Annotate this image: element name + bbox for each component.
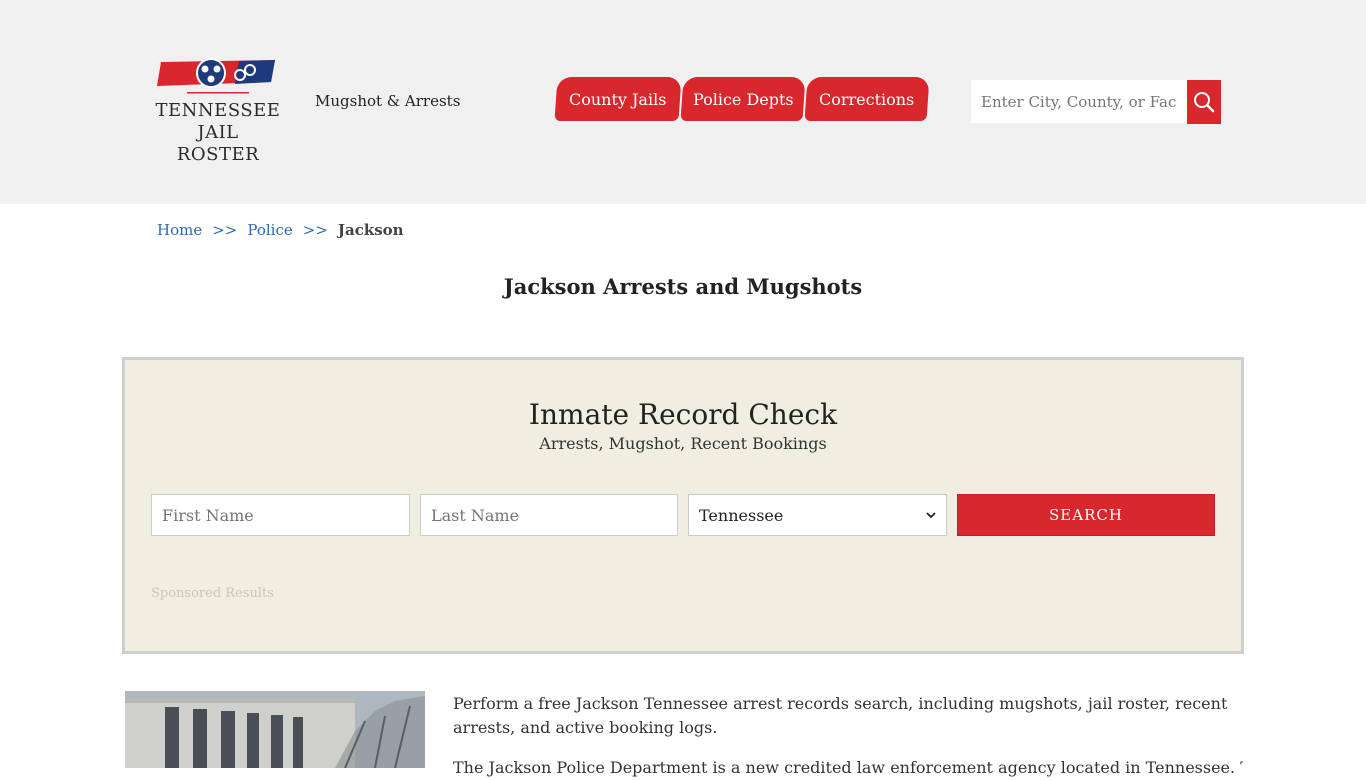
nav-corrections-label: Corrections bbox=[819, 89, 915, 109]
breadcrumb-separator: >> bbox=[302, 221, 328, 239]
panel-subtitle: Arrests, Mugshot, Recent Bookings bbox=[539, 434, 827, 453]
breadcrumb-separator: >> bbox=[212, 221, 238, 239]
search-button-label: SEARCH bbox=[1049, 506, 1123, 524]
site-logo[interactable]: TENNESSEE JAIL ROSTER bbox=[155, 58, 281, 165]
site-search-button[interactable] bbox=[1187, 80, 1221, 124]
tennessee-flag-icon bbox=[157, 58, 275, 94]
building-image bbox=[125, 691, 425, 768]
breadcrumb: Home >> Police >> Jackson bbox=[157, 221, 404, 239]
intro-paragraph-2: The Jackson Police Department is a new c… bbox=[453, 758, 1243, 777]
intro-paragraph: Perform a free Jackson Tennessee arrest … bbox=[453, 694, 1228, 737]
site-header: TENNESSEE JAIL ROSTER Mugshot & Arrests … bbox=[0, 0, 1366, 204]
nav-corrections[interactable]: Corrections bbox=[804, 77, 930, 121]
logo-line-1: TENNESSEE bbox=[155, 100, 281, 121]
nav-county-jails-label: County Jails bbox=[569, 89, 667, 109]
site-search-input[interactable] bbox=[971, 80, 1187, 123]
chevron-down-icon bbox=[926, 512, 936, 519]
nav-county-jails[interactable]: County Jails bbox=[554, 77, 682, 121]
sponsored-results-label: Sponsored Results bbox=[151, 586, 274, 601]
breadcrumb-police[interactable]: Police bbox=[247, 221, 292, 239]
state-select-value: Tennessee bbox=[699, 505, 784, 525]
search-button[interactable]: SEARCH bbox=[957, 494, 1215, 536]
breadcrumb-home[interactable]: Home bbox=[157, 221, 202, 239]
logo-line-2: JAIL ROSTER bbox=[176, 122, 260, 165]
breadcrumb-current: Jackson bbox=[337, 221, 404, 239]
police-building-photo bbox=[125, 691, 425, 768]
search-icon bbox=[1194, 92, 1215, 113]
state-select[interactable]: Tennessee bbox=[688, 494, 947, 536]
nav-police-depts[interactable]: Police Depts bbox=[680, 77, 806, 121]
last-name-input[interactable] bbox=[420, 494, 678, 536]
site-tagline: Mugshot & Arrests bbox=[315, 92, 461, 110]
page-title: Jackson Arrests and Mugshots bbox=[503, 274, 863, 299]
nav-police-depts-label: Police Depts bbox=[692, 89, 794, 109]
panel-title: Inmate Record Check bbox=[528, 398, 838, 431]
first-name-input[interactable] bbox=[151, 494, 410, 536]
inmate-record-check-panel: Inmate Record Check Arrests, Mugshot, Re… bbox=[122, 357, 1244, 654]
